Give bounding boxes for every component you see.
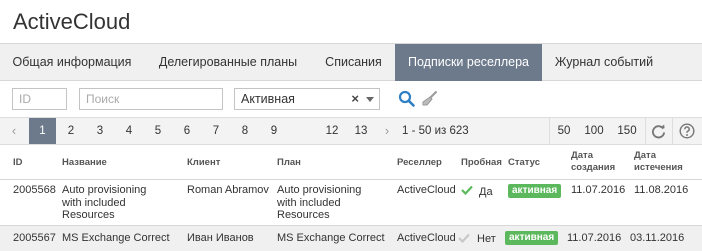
cell-id[interactable]: 2005567: [13, 232, 56, 245]
tab-delegated-plans[interactable]: Делегированные планы: [144, 44, 312, 81]
tab-reseller-subscriptions[interactable]: Подписки реселлера: [395, 44, 542, 81]
app-title: ActiveCloud: [13, 9, 131, 34]
page-size-150-button[interactable]: 150: [610, 118, 644, 144]
broom-icon[interactable]: [421, 90, 439, 108]
cell-id[interactable]: 2005568: [13, 184, 56, 197]
id-filter-input[interactable]: [12, 88, 67, 110]
page-button[interactable]: 1: [29, 118, 56, 144]
check-icon: [461, 185, 473, 195]
page-button[interactable]: 7: [202, 118, 230, 144]
next-page-button[interactable]: ›: [376, 118, 398, 144]
page-button[interactable]: 8: [231, 118, 259, 144]
column-header-expires[interactable]: Дата истечения: [634, 150, 683, 174]
cell-client[interactable]: Иван Иванов: [187, 232, 254, 245]
tab-general-info[interactable]: Общая информация: [0, 44, 144, 81]
table-row[interactable]: 2005567 MS Exchange Correct Иван Иванов …: [0, 226, 702, 251]
status-badge: активная: [508, 184, 562, 198]
search-icon[interactable]: [398, 90, 416, 108]
table-row[interactable]: 2005568 Auto provisioning with included …: [0, 180, 702, 226]
table-header: ID Название Клиент План Реселлер Пробная…: [0, 146, 702, 180]
column-header-client[interactable]: Клиент: [187, 157, 220, 169]
help-icon[interactable]: [679, 123, 695, 139]
tab-charges[interactable]: Списания: [312, 44, 395, 81]
cell-created: 11.07.2016: [571, 184, 626, 196]
page-button[interactable]: 3: [86, 118, 114, 144]
chevron-down-icon[interactable]: [366, 97, 374, 102]
column-header-plan[interactable]: План: [277, 157, 301, 169]
tab-bar: Общая информация Делегированные планы Сп…: [0, 43, 702, 81]
cell-name[interactable]: Auto provisioning with included Resource…: [62, 184, 146, 222]
filter-bar: Активная ×: [0, 82, 702, 116]
page-button[interactable]: 12: [318, 118, 346, 144]
clear-selection-icon[interactable]: ×: [351, 89, 359, 109]
column-header-trial[interactable]: Пробная: [461, 157, 502, 169]
page-button[interactable]: 13: [347, 118, 375, 144]
check-icon: [458, 233, 470, 243]
cell-expires: 03.11.2016: [630, 232, 685, 244]
page-button[interactable]: 5: [144, 118, 172, 144]
status-select[interactable]: Активная ×: [234, 88, 380, 110]
cell-created: 11.07.2016: [567, 232, 622, 244]
status-badge: активная: [505, 231, 559, 245]
column-header-status[interactable]: Статус: [508, 157, 540, 169]
pagination-info: 1 - 50 из 623: [402, 125, 469, 137]
refresh-icon[interactable]: [651, 124, 666, 139]
page-button[interactable]: 4: [115, 118, 143, 144]
page-size-100-button[interactable]: 100: [579, 118, 609, 144]
column-header-id[interactable]: ID: [13, 157, 23, 169]
cell-plan[interactable]: Auto provisioning with included Resource…: [277, 184, 361, 222]
column-header-created[interactable]: Дата создания: [571, 150, 615, 174]
page-button[interactable]: 9: [260, 118, 288, 144]
cell-trial: Да: [479, 186, 493, 198]
page-button[interactable]: 6: [173, 118, 201, 144]
cell-trial: Нет: [477, 233, 496, 245]
cell-reseller[interactable]: ActiveCloud: [397, 184, 456, 197]
pagination-bar: ‹ 1 2 3 4 5 6 7 8 9 12 13 › 1 - 50 из 62…: [0, 117, 702, 145]
prev-page-button[interactable]: ‹: [0, 118, 28, 144]
cell-reseller[interactable]: ActiveCloud: [397, 232, 456, 245]
column-header-name[interactable]: Название: [62, 157, 107, 169]
page-button[interactable]: 2: [57, 118, 85, 144]
page-size-50-button[interactable]: 50: [550, 118, 578, 144]
cell-expires: 11.08.2016: [634, 184, 689, 196]
status-select-value: Активная: [241, 92, 295, 106]
tab-event-log[interactable]: Журнал событий: [542, 44, 666, 81]
search-input[interactable]: [79, 88, 223, 110]
cell-plan[interactable]: MS Exchange Correct: [277, 232, 385, 245]
column-header-reseller[interactable]: Реселлер: [397, 157, 442, 169]
cell-name[interactable]: MS Exchange Correct: [62, 232, 170, 245]
cell-client[interactable]: Roman Abramov: [187, 184, 269, 197]
